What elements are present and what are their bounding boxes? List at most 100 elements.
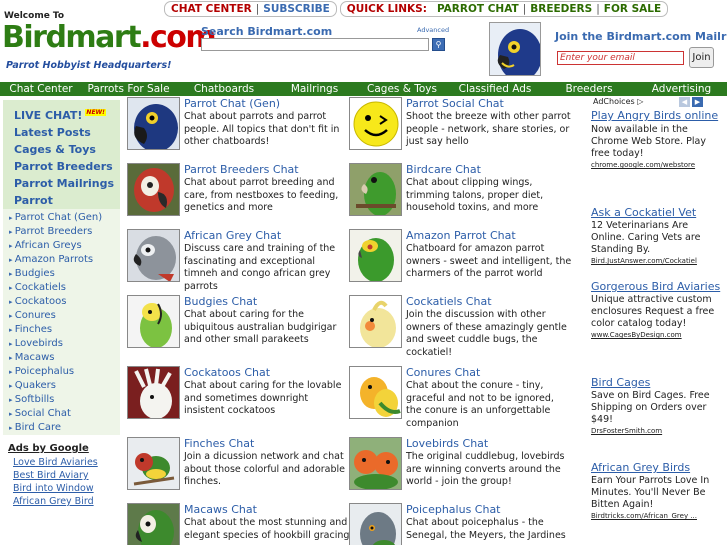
ad-title[interactable]: Bird Cages [591, 376, 721, 389]
sidebar-item-latest-posts[interactable]: Latest Posts [14, 126, 91, 139]
sidebar-link-cockatoos[interactable]: Cockatoos [9, 296, 67, 307]
ad-body: Unique attractive custom enclosures Requ… [591, 294, 715, 329]
smiley-icon [349, 97, 402, 150]
chat-card-conures-chat[interactable]: Conures Chat Chat about the conure - tin… [349, 366, 569, 432]
chat-title[interactable]: Macaws Chat [184, 503, 257, 516]
ad-url[interactable]: Birdtricks.com/African_Grey ... [591, 511, 721, 521]
right-ad-angry-birds[interactable]: Play Angry Birds online Now available in… [591, 109, 721, 170]
chat-card-poicephalus-chat[interactable]: Poicephalus Chat Chat about poicephalus … [349, 503, 569, 545]
chat-card-macaws-chat[interactable]: Macaws Chat Chat about the most stunning… [127, 503, 349, 545]
sidebar-link-conures[interactable]: Conures [9, 310, 56, 321]
chat-title[interactable]: Lovebirds Chat [406, 437, 488, 450]
ad-link-love-bird-aviaries[interactable]: Love Bird Aviaries [13, 457, 98, 468]
sidebar-link-softbills[interactable]: Softbills [9, 394, 55, 405]
ad-body: 12 Veterinarians Are Online. Caring Vets… [591, 220, 701, 255]
chat-card-cockatoos-chat[interactable]: Cockatoos Chat Chat about caring for the… [127, 366, 347, 432]
search-input[interactable] [201, 38, 429, 51]
nav-chatboards[interactable]: Chatboards [175, 82, 273, 96]
chat-title[interactable]: Birdcare Chat [406, 163, 481, 176]
chat-card-cockatiels-chat[interactable]: Cockatiels Chat Join the discussion with… [349, 295, 569, 361]
right-ad-cockatiel-vet[interactable]: Ask a Cockatiel Vet 12 Veterinarians Are… [591, 206, 721, 266]
ads-by-google-title[interactable]: Ads by Google [8, 443, 89, 454]
chat-title[interactable]: African Grey Chat [184, 229, 281, 242]
top-links-bar: CHAT CENTER | SUBSCRIBE QUICK LINKS: PAR… [164, 1, 669, 17]
ad-title[interactable]: African Grey Birds [591, 461, 721, 474]
sidebar-item-cages-toys[interactable]: Cages & Toys [14, 143, 96, 156]
chat-title[interactable]: Poicephalus Chat [406, 503, 501, 516]
chat-card-budgies-chat[interactable]: Budgies Chat Chat about caring for the u… [127, 295, 347, 361]
sidebar-link-finches[interactable]: Finches [9, 324, 52, 335]
chat-card-social-chat[interactable]: Parrot Social Chat Shoot the breeze with… [349, 97, 571, 163]
advanced-search-link[interactable]: Advanced [417, 26, 449, 34]
nav-chat-center[interactable]: Chat Center [0, 82, 82, 96]
nav-advertising[interactable]: Advertising [636, 82, 727, 96]
ad-link-african-grey-bird[interactable]: African Grey Bird [13, 496, 94, 507]
ad-url[interactable]: chrome.google.com/webstore [591, 160, 721, 170]
chat-title[interactable]: Finches Chat [184, 437, 254, 450]
right-ad-bird-cages[interactable]: Bird Cages Save on Bird Cages. Free Ship… [591, 376, 721, 436]
ad-title[interactable]: Ask a Cockatiel Vet [591, 206, 721, 219]
sidebar-link-bird-care[interactable]: Bird Care [9, 422, 61, 433]
sidebar-link-poicephalus[interactable]: Poicephalus [9, 366, 74, 377]
main-nav: Chat Center Parrots For Sale Chatboards … [0, 82, 727, 96]
ad-link-bird-into-window[interactable]: Bird into Window [13, 483, 94, 494]
subscribe-link[interactable]: SUBSCRIBE [263, 3, 330, 15]
amazon-parrot-icon [349, 229, 402, 282]
sidebar-link-parrot-chat[interactable]: Parrot Chat (Gen) [9, 212, 102, 223]
chat-title[interactable]: Amazon Parrot Chat [406, 229, 516, 242]
sidebar-item-parrot-breeders[interactable]: Parrot Breeders [14, 160, 113, 173]
chat-title[interactable]: Cockatiels Chat [406, 295, 492, 308]
chat-title[interactable]: Parrot Breeders Chat [184, 163, 299, 176]
parrot-chat-link[interactable]: PARROT CHAT [437, 3, 519, 15]
ad-url[interactable]: www.CagesByDesign.com [591, 330, 721, 340]
ad-link-best-bird-aviary[interactable]: Best Bird Aviary [13, 470, 89, 481]
next-arrow-icon[interactable]: ▶ [692, 97, 703, 107]
email-field[interactable]: Enter your email [557, 51, 684, 65]
chat-title[interactable]: Parrot Social Chat [406, 97, 504, 110]
nav-mailrings[interactable]: Mailrings [273, 82, 356, 96]
chat-card-breeders-chat[interactable]: Parrot Breeders Chat Chat about parrot b… [127, 163, 347, 229]
nav-breeders[interactable]: Breeders [542, 82, 636, 96]
chat-title[interactable]: Conures Chat [406, 366, 480, 379]
for-sale-link[interactable]: FOR SALE [604, 3, 661, 15]
breeders-link[interactable]: BREEDERS [530, 3, 592, 15]
ad-title[interactable]: Gorgerous Bird Aviaries [591, 280, 721, 293]
sidebar-link-african-greys[interactable]: African Greys [9, 240, 82, 251]
chat-card-african-grey-chat[interactable]: African Grey Chat Discuss care and train… [127, 229, 347, 295]
sidebar-link-social-chat[interactable]: Social Chat [9, 408, 71, 419]
birdmart-logo[interactable]: Birdmart.com [2, 20, 217, 55]
ad-url[interactable]: DrsFosterSmith.com [591, 426, 721, 436]
sidebar-link-lovebirds[interactable]: Lovebirds [9, 338, 63, 349]
sidebar-link-parrot-breeders[interactable]: Parrot Breeders [9, 226, 93, 237]
right-ad-bird-aviaries[interactable]: Gorgerous Bird Aviaries Unique attractiv… [591, 280, 721, 340]
chat-card-parrot-chat[interactable]: Parrot Chat (Gen) Chat about parrots and… [127, 97, 347, 163]
chat-center-link[interactable]: CHAT CENTER [171, 3, 252, 15]
chat-card-birdcare-chat[interactable]: Birdcare Chat Chat about clipping wings,… [349, 163, 569, 229]
chat-title[interactable]: Budgies Chat [184, 295, 257, 308]
sidebar-link-macaws[interactable]: Macaws [9, 352, 55, 363]
nav-parrots-for-sale[interactable]: Parrots For Sale [82, 82, 175, 96]
nav-cages-toys[interactable]: Cages & Toys [356, 82, 448, 96]
blue-parrot-icon [127, 97, 180, 150]
chat-title[interactable]: Cockatoos Chat [184, 366, 270, 379]
sidebar-link-quakers[interactable]: Quakers [9, 380, 56, 391]
right-ad-african-grey[interactable]: African Grey Birds Earn Your Parrots Lov… [591, 461, 721, 521]
nav-classified-ads[interactable]: Classified Ads [448, 82, 542, 96]
chat-card-lovebirds-chat[interactable]: Lovebirds Chat The original cuddlebug, l… [349, 437, 569, 503]
sidebar-link-amazon-parrots[interactable]: Amazon Parrots [9, 254, 93, 265]
chat-desc: The original cuddlebug, lovebirds are wi… [406, 451, 565, 487]
join-button[interactable]: Join [689, 47, 714, 68]
sidebar-item-live-chat[interactable]: LIVE CHAT! NEW! [14, 109, 106, 122]
chat-desc: Join the discussion with other owners of… [406, 309, 567, 358]
adchoices-label[interactable]: AdChoices ▷ [593, 97, 643, 106]
chat-title[interactable]: Parrot Chat (Gen) [184, 97, 280, 110]
prev-arrow-icon[interactable]: ◀ [679, 97, 690, 107]
chat-card-amazon-chat[interactable]: Amazon Parrot Chat Chatboard for amazon … [349, 229, 571, 295]
sidebar-link-cockatiels[interactable]: Cockatiels [9, 282, 66, 293]
search-button[interactable]: ⚲ [432, 38, 445, 51]
ad-url[interactable]: Bird.JustAnswer.com/Cockatiel [591, 256, 721, 266]
sidebar-link-budgies[interactable]: Budgies [9, 268, 55, 279]
sidebar-item-parrot-mailrings[interactable]: Parrot Mailrings [14, 177, 114, 190]
ad-title[interactable]: Play Angry Birds online [591, 109, 721, 122]
chat-card-finches-chat[interactable]: Finches Chat Join a dicussion network an… [127, 437, 347, 503]
